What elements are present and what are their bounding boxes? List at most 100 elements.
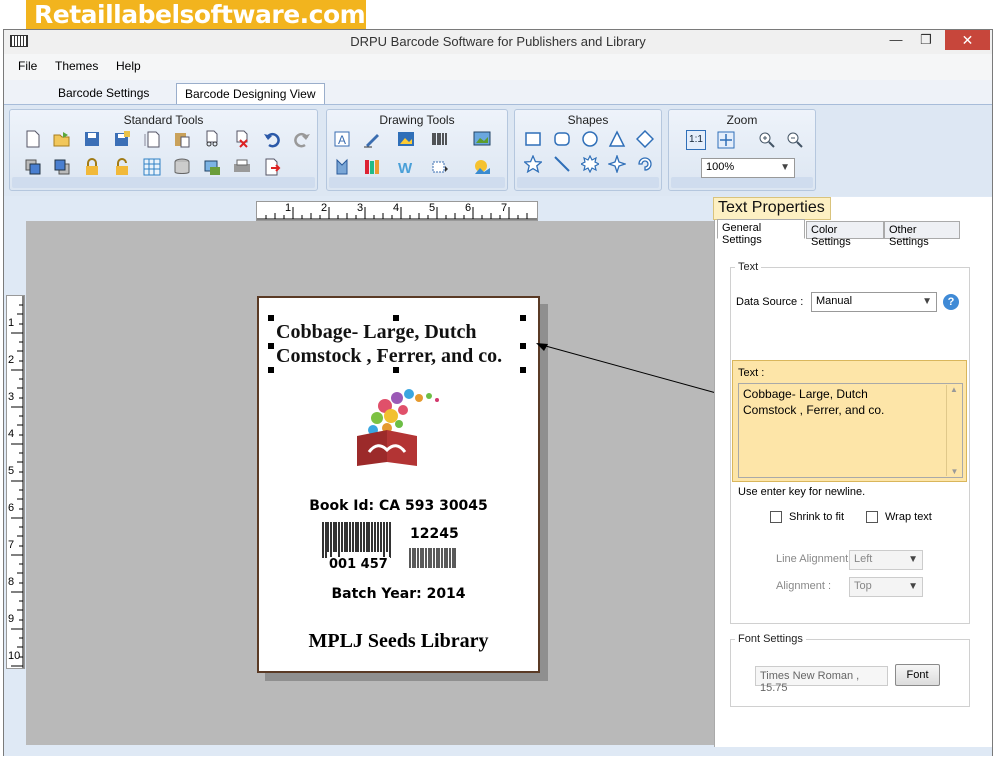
picture-tool-icon[interactable] <box>397 130 415 148</box>
close-button[interactable]: ✕ <box>945 30 990 50</box>
tab-other-settings[interactable]: Other Settings <box>884 221 960 248</box>
burst-shape-icon[interactable] <box>581 155 599 173</box>
maximize-button[interactable]: ❒ <box>912 31 940 49</box>
zoom-actual-size-button[interactable]: 1:1 <box>686 130 706 150</box>
arc-shape-icon[interactable] <box>636 155 654 173</box>
library-logo-image[interactable] <box>347 386 447 466</box>
tab-barcode-settings[interactable]: Barcode Settings <box>50 83 157 104</box>
new-file-icon[interactable] <box>24 130 42 148</box>
watermark-icon[interactable]: W <box>397 158 415 176</box>
menu-help[interactable]: Help <box>116 59 141 73</box>
textarea-scrollbar[interactable]: ▲ ▼ <box>946 385 961 476</box>
minimize-button[interactable]: — <box>882 31 910 49</box>
rounded-rectangle-shape-icon[interactable] <box>553 130 571 148</box>
menu-file[interactable]: File <box>18 59 37 73</box>
wrap-text-checkbox[interactable] <box>866 511 878 523</box>
unlock-icon[interactable] <box>113 158 131 176</box>
menu-themes[interactable]: Themes <box>55 59 98 73</box>
paste-icon[interactable] <box>173 130 191 148</box>
barcode-2[interactable] <box>409 548 457 568</box>
zoom-out-icon[interactable] <box>786 131 804 149</box>
save-icon[interactable] <box>83 130 101 148</box>
delete-icon[interactable] <box>233 130 251 148</box>
zoom-title: Zoom <box>726 113 758 127</box>
book-id-text[interactable]: Book Id: CA 593 30045 <box>259 498 538 514</box>
redo-icon[interactable] <box>293 130 311 148</box>
ellipse-shape-icon[interactable] <box>581 130 599 148</box>
zoom-in-icon[interactable] <box>758 131 776 149</box>
standard-tools-group: Standard Tools <box>9 109 318 191</box>
print-icon[interactable] <box>233 158 251 176</box>
barcode-1-text: 001 457 <box>327 557 390 572</box>
resize-handle[interactable] <box>393 367 399 373</box>
shapes-title: Shapes <box>567 113 609 127</box>
shapes-tool-icon[interactable] <box>333 158 351 176</box>
rectangle-shape-icon[interactable] <box>524 130 542 148</box>
image-library-icon[interactable] <box>473 130 491 148</box>
ruler-v-2: 2 <box>8 354 15 366</box>
open-folder-icon[interactable] <box>53 130 71 148</box>
cut-icon[interactable] <box>203 130 221 148</box>
tab-barcode-designing-view[interactable]: Barcode Designing View <box>176 83 325 104</box>
diamond-shape-icon[interactable] <box>636 130 654 148</box>
data-source-select[interactable]: Manual ▼ <box>811 292 937 312</box>
zoom-group: Zoom 1:1 100% ▼ <box>668 109 816 191</box>
resize-handle[interactable] <box>520 367 526 373</box>
text-content-input[interactable]: Cobbage- Large, Dutch Comstock , Ferrer,… <box>738 383 963 478</box>
alignment-value: Top <box>854 580 872 592</box>
batch-year-text[interactable]: Batch Year: 2014 <box>259 586 538 602</box>
resize-handle[interactable] <box>520 343 526 349</box>
pen-tool-icon[interactable] <box>363 130 381 148</box>
bring-front-icon[interactable] <box>24 158 42 176</box>
send-back-icon[interactable] <box>53 158 71 176</box>
resize-handle[interactable] <box>268 343 274 349</box>
label-heading-text[interactable]: Cobbage- Large, Dutch Comstock , Ferrer,… <box>276 320 536 368</box>
help-icon[interactable]: ? <box>943 294 959 310</box>
insert-image-icon[interactable] <box>473 158 491 176</box>
four-point-star-icon[interactable] <box>608 155 626 173</box>
save-as-icon[interactable] <box>113 130 131 148</box>
text-tool-icon[interactable]: A <box>333 130 351 148</box>
shrink-to-fit-label[interactable]: Shrink to fit <box>789 511 844 523</box>
label-preview[interactable]: Cobbage- Large, Dutch Comstock , Ferrer,… <box>257 296 540 673</box>
font-button[interactable]: Font <box>895 664 940 686</box>
star-shape-icon[interactable] <box>524 155 542 173</box>
ruler-h-5: 5 <box>429 202 436 214</box>
ruler-h-3: 3 <box>357 202 364 214</box>
select-tool-icon[interactable] <box>431 158 449 176</box>
export-image-icon[interactable] <box>203 158 221 176</box>
svg-text:W: W <box>398 160 413 176</box>
alignment-select[interactable]: Top ▼ <box>849 577 923 597</box>
svg-text:A: A <box>338 133 346 147</box>
triangle-shape-icon[interactable] <box>608 130 626 148</box>
resize-handle[interactable] <box>268 367 274 373</box>
tab-color-settings[interactable]: Color Settings <box>806 221 884 248</box>
text-editor-highlight: Text : Cobbage- Large, Dutch Comstock , … <box>732 360 967 482</box>
exit-icon[interactable] <box>263 158 281 176</box>
zoom-select[interactable]: 100% ▼ <box>701 158 795 178</box>
line-alignment-select[interactable]: Left ▼ <box>849 550 923 570</box>
barcode-tool-icon[interactable] <box>431 130 449 148</box>
undo-icon[interactable] <box>263 130 281 148</box>
barcode-1[interactable] <box>321 522 393 558</box>
ruler-h-1: 1 <box>285 202 292 214</box>
resize-handle[interactable] <box>393 315 399 321</box>
copy-page-icon[interactable] <box>143 130 161 148</box>
library-books-icon[interactable] <box>363 158 381 176</box>
database-icon[interactable] <box>173 158 191 176</box>
alignment-label: Alignment : <box>776 580 832 592</box>
drawing-tools-group: Drawing Tools A W <box>326 109 508 191</box>
zoom-fit-icon[interactable] <box>717 131 735 149</box>
wrap-text-label[interactable]: Wrap text <box>885 511 932 523</box>
pointer-arrow <box>536 343 739 400</box>
tab-general-settings[interactable]: General Settings <box>717 219 805 246</box>
ruler-h-6: 6 <box>465 202 472 214</box>
resize-handle[interactable] <box>268 315 274 321</box>
line-shape-icon[interactable] <box>553 155 571 173</box>
grid-icon[interactable] <box>143 158 161 176</box>
resize-handle[interactable] <box>520 315 526 321</box>
lock-icon[interactable] <box>83 158 101 176</box>
library-name-text[interactable]: MPLJ Seeds Library <box>259 630 538 653</box>
zoom-value: 100% <box>706 161 735 173</box>
shrink-to-fit-checkbox[interactable] <box>770 511 782 523</box>
